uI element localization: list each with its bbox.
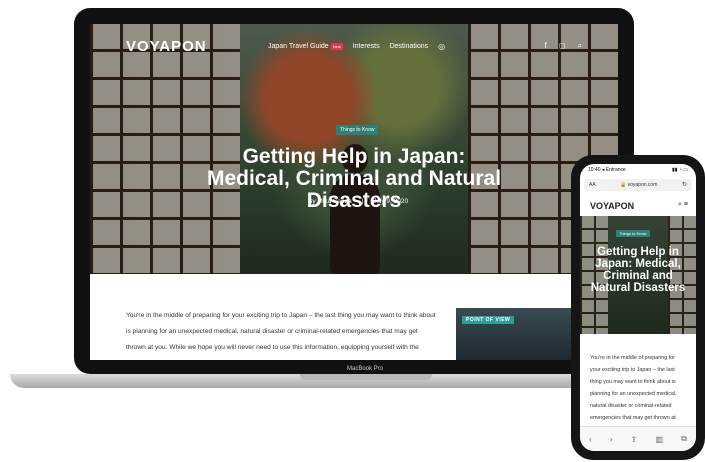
top-nav: VOYAPON Japan Travel Guide New Interests … [90,24,618,64]
phone-hero-image: Things to Know Getting Help in Japan: Me… [580,216,696,334]
share-icon[interactable]: ⇪ [631,435,638,444]
status-time: 10:40 ◂ Entrance [588,167,626,173]
search-icon[interactable]: ⌕ [578,41,582,51]
url-value: voyapon.com [627,182,658,188]
phone-screen: 10:40 ◂ Entrance ▮▮ ◔ ▭ AA 🔒 voyapon.com… [580,164,696,451]
carrier: ◂ Entrance [601,167,626,173]
phone-article-title: Getting Help in Japan: Medical, Criminal… [590,246,686,294]
phone-article-intro: You're in the middle of preparing for yo… [590,355,685,433]
instagram-icon[interactable]: ◻ [559,41,566,51]
facebook-icon[interactable]: f [545,41,547,51]
url-bar[interactable]: AA 🔒 voyapon.com ↻ [584,179,692,191]
nav-destinations[interactable]: Destinations [390,43,429,50]
forward-icon[interactable]: › [610,435,613,444]
new-badge: New [330,43,343,50]
menu-icon[interactable]: ≡ [684,201,688,208]
phone-logo[interactable]: VOYAPON [590,201,634,211]
point-of-view-label: POINT OF VIEW [462,316,515,324]
byline: By Mika Senda | July 9, 2020 [304,198,412,205]
laptop-notch [300,374,432,380]
phone-toolbar: ‹ › ⇪ ▥ ⧉ [580,426,696,451]
back-icon[interactable]: ‹ [589,435,592,444]
phone-category-tag[interactable]: Things to Know [616,230,650,237]
text-size-button[interactable]: AA [589,182,596,188]
search-icon[interactable]: ⌕ [678,201,682,208]
publish-date: July 9, 2020 [373,198,409,205]
hero-image: VOYAPON Japan Travel Guide New Interests … [90,24,618,274]
nav-interests[interactable]: Interests [353,43,380,50]
byline-separator: | [361,198,364,205]
bookmarks-icon[interactable]: ▥ [655,435,663,444]
category-tag[interactable]: Things to Know [336,125,379,135]
time: 10:40 [588,167,601,173]
url-text: 🔒 voyapon.com [620,182,658,188]
macbook-label: MacBook Pro [346,366,383,372]
social-icons: f ◻ ⌕ [545,41,582,51]
tabs-icon[interactable]: ⧉ [681,434,687,444]
article-body: You're in the middle of preparing for yo… [90,274,618,360]
phone-nav-icons: ⌕ ≡ [678,201,688,209]
article-intro: You're in the middle of preparing for yo… [126,312,436,351]
status-icons: ▮▮ ◔ ▭ [671,167,688,173]
globe-icon[interactable]: ◎ [438,43,445,51]
phone-nav: VOYAPON ⌕ ≡ [580,195,696,215]
nav-link-label: Japan Travel Guide [268,43,329,50]
laptop-screen: VOYAPON Japan Travel Guide New Interests … [90,24,618,360]
site-logo[interactable]: VOYAPON [126,38,207,55]
reload-icon[interactable]: ↻ [682,181,687,188]
author[interactable]: By Mika Senda [308,198,352,205]
nav-japan-travel-guide[interactable]: Japan Travel Guide New [268,43,343,50]
nav-links: Japan Travel Guide New Interests Destinat… [268,43,445,51]
